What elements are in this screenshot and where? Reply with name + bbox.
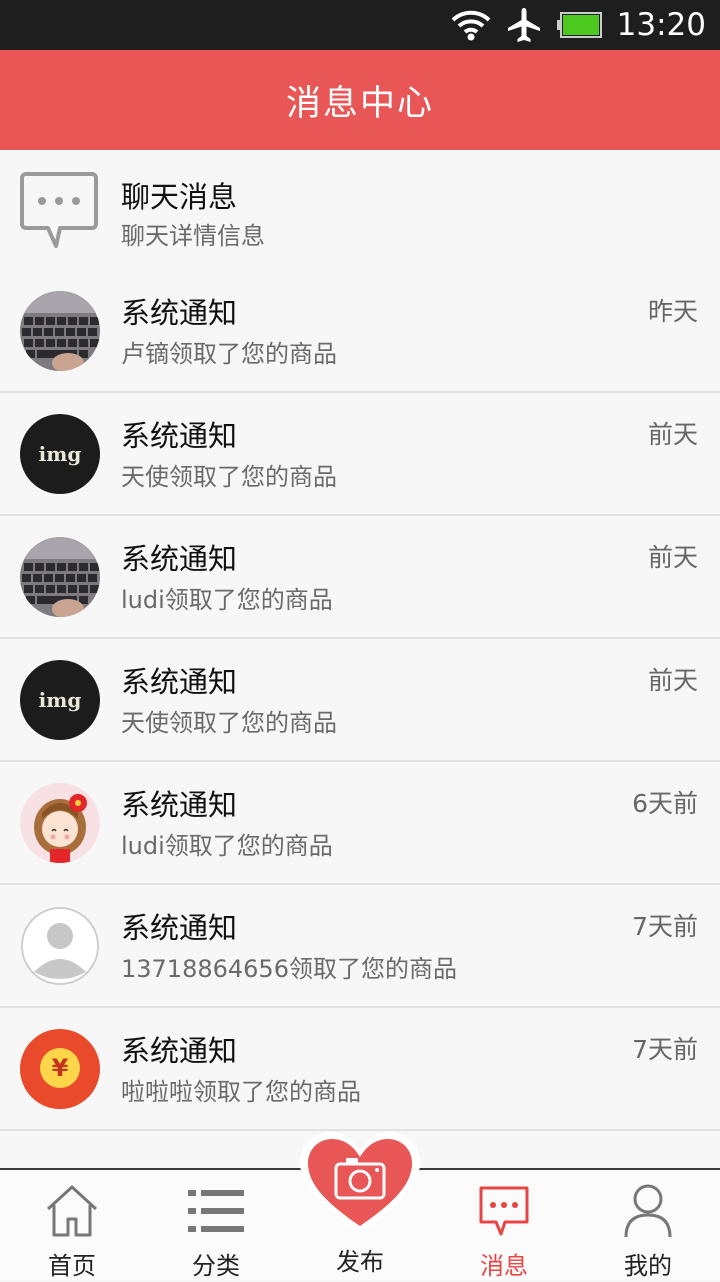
tab-home[interactable]: 首页 xyxy=(0,1170,144,1282)
item-text: 天使领取了您的商品 xyxy=(121,463,337,491)
chat-entry-subtitle: 聊天详情信息 xyxy=(121,222,265,250)
avatar: img xyxy=(20,414,100,494)
avatar-img-label: img xyxy=(38,442,82,466)
chat-bubble-icon xyxy=(20,170,98,252)
camera-heart-icon xyxy=(300,1132,420,1234)
status-bar: 13:20 xyxy=(0,0,720,50)
item-text: ludi领取了您的商品 xyxy=(121,832,333,860)
item-title: 系统通知 xyxy=(121,296,238,330)
list-item[interactable]: img 系统通知 天使领取了您的商品 前天 xyxy=(0,639,720,762)
item-title: 系统通知 xyxy=(121,911,238,945)
app-header: 消息中心 xyxy=(0,50,720,150)
list-item[interactable]: 系统通知 ludi领取了您的商品 6天前 xyxy=(0,762,720,885)
wifi-icon xyxy=(451,9,491,41)
avatar xyxy=(20,906,100,986)
avatar-yuan-label: ¥ xyxy=(40,1048,80,1088)
tab-profile[interactable]: 我的 xyxy=(576,1170,720,1282)
item-time: 前天 xyxy=(647,543,698,572)
message-icon xyxy=(477,1180,531,1242)
tab-label: 我的 xyxy=(624,1252,672,1280)
item-title: 系统通知 xyxy=(121,665,238,699)
avatar-img-label: img xyxy=(38,688,82,712)
message-list: 聊天消息 聊天详情信息 系统通知 卢镝领取了您的商品 昨天 img 系统通知 天… xyxy=(0,150,720,1131)
publish-button[interactable] xyxy=(298,1130,422,1240)
item-time: 6天前 xyxy=(632,789,698,818)
tab-label: 消息 xyxy=(480,1252,528,1280)
item-time: 前天 xyxy=(647,420,698,449)
item-text: 卢镝领取了您的商品 xyxy=(121,340,337,368)
tab-category[interactable]: 分类 xyxy=(144,1170,288,1282)
tab-label: 分类 xyxy=(192,1252,240,1280)
list-item[interactable]: 系统通知 卢镝领取了您的商品 昨天 xyxy=(0,270,720,393)
list-item[interactable]: 系统通知 ludi领取了您的商品 前天 xyxy=(0,516,720,639)
page-title: 消息中心 xyxy=(285,83,434,124)
tab-messages[interactable]: 消息 xyxy=(432,1170,576,1282)
avatar: ¥ xyxy=(20,1029,100,1109)
item-time: 7天前 xyxy=(632,1035,698,1064)
status-time: 13:20 xyxy=(616,7,706,43)
chat-messages-entry[interactable]: 聊天消息 聊天详情信息 xyxy=(0,150,720,270)
airplane-icon xyxy=(507,7,541,43)
item-text: 13718864656领取了您的商品 xyxy=(121,955,457,983)
user-icon xyxy=(623,1180,673,1242)
home-icon xyxy=(44,1180,100,1242)
item-title: 系统通知 xyxy=(121,419,238,453)
item-text: ludi领取了您的商品 xyxy=(121,586,333,614)
avatar: img xyxy=(20,660,100,740)
chat-entry-title: 聊天消息 xyxy=(121,180,238,214)
item-time: 昨天 xyxy=(647,297,698,326)
battery-icon xyxy=(556,12,603,38)
list-item[interactable]: 系统通知 13718864656领取了您的商品 7天前 xyxy=(0,885,720,1008)
tab-publish-label: 发布 xyxy=(336,1248,384,1276)
item-time: 7天前 xyxy=(632,912,698,941)
tab-label: 首页 xyxy=(48,1252,96,1280)
item-time: 前天 xyxy=(647,666,698,695)
item-text: 啦啦啦领取了您的商品 xyxy=(121,1078,361,1106)
avatar xyxy=(20,537,100,617)
list-icon xyxy=(188,1180,244,1242)
item-text: 天使领取了您的商品 xyxy=(121,709,337,737)
list-item[interactable]: img 系统通知 天使领取了您的商品 前天 xyxy=(0,393,720,516)
avatar xyxy=(20,783,100,863)
list-item[interactable]: ¥ 系统通知 啦啦啦领取了您的商品 7天前 xyxy=(0,1008,720,1131)
item-title: 系统通知 xyxy=(121,788,238,822)
item-title: 系统通知 xyxy=(121,1034,238,1068)
item-title: 系统通知 xyxy=(121,542,238,576)
avatar xyxy=(20,291,100,371)
